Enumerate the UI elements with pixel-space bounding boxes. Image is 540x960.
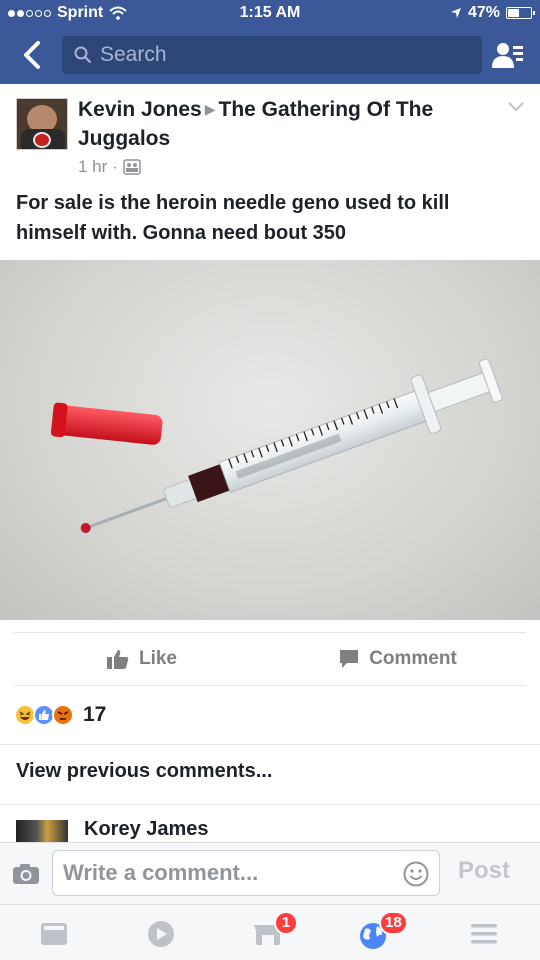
tab-menu[interactable] [464,917,504,951]
post-title: Kevin Jones ▶ The Gathering Of The Juggalo… [78,96,488,153]
news-feed-icon [41,923,67,945]
arrow-right-icon: ▶ [204,101,216,117]
author-avatar[interactable] [16,98,68,150]
post-photo[interactable] [0,260,540,620]
tab-marketplace[interactable]: 1 [248,911,298,951]
chevron-down-icon[interactable] [508,102,524,112]
battery-icon [506,7,535,19]
post-meta: 1 hr · [78,157,141,177]
group-audience-icon [123,159,141,175]
like-button[interactable]: Like [14,633,270,685]
comment-label: Comment [369,648,457,669]
camera-icon[interactable] [12,863,40,885]
post-timestamp[interactable]: 1 hr [78,157,107,177]
syringe-image [50,358,503,533]
divider [0,804,540,805]
post-text: For sale is the heroin needle geno used … [16,192,450,244]
tab-news-feed[interactable] [34,917,74,951]
post-comment-button[interactable]: Post [458,857,510,885]
search-input[interactable] [100,36,470,74]
search-icon [74,46,92,64]
thumbs-up-icon [106,650,129,669]
video-icon [148,921,174,947]
comment-input[interactable] [63,851,393,895]
like-label: Like [138,648,178,669]
angry-reaction-icon [52,704,74,726]
commenter-avatar[interactable] [16,820,68,842]
sticker-smiley-icon[interactable] [403,861,429,887]
notification-badge: 18 [379,911,408,935]
author-name-link[interactable]: Kevin Jones [78,98,202,121]
tab-video[interactable] [141,917,181,951]
comment-compose-bar: Post [0,842,540,904]
tab-bar: 1 18 [0,904,540,960]
back-chevron-icon[interactable] [20,40,44,70]
nav-bar [0,28,540,84]
reaction-summary[interactable]: 17 [14,698,106,732]
reaction-count: 17 [83,703,107,726]
comment-field[interactable] [52,850,440,896]
status-bar: Sprint 1:15 AM 47% [0,0,540,28]
menu-icon [471,924,497,944]
post-actions: Like Comment [14,632,526,686]
battery-percent: 47% [467,4,500,21]
view-previous-comments-link[interactable]: View previous comments... [16,760,272,783]
commenter-name-link[interactable]: Korey James [84,818,209,841]
comment-bubble-icon [340,650,359,668]
location-arrow-icon [450,8,461,18]
friend-list-icon[interactable] [492,40,524,70]
post-header: Kevin Jones ▶ The Gathering Of The Juggalo… [0,84,540,260]
tab-notifications[interactable]: 18 [355,911,408,951]
comment-button[interactable]: Comment [270,633,526,685]
search-bar[interactable] [62,36,482,74]
divider [0,744,540,745]
notification-badge: 1 [274,911,298,935]
